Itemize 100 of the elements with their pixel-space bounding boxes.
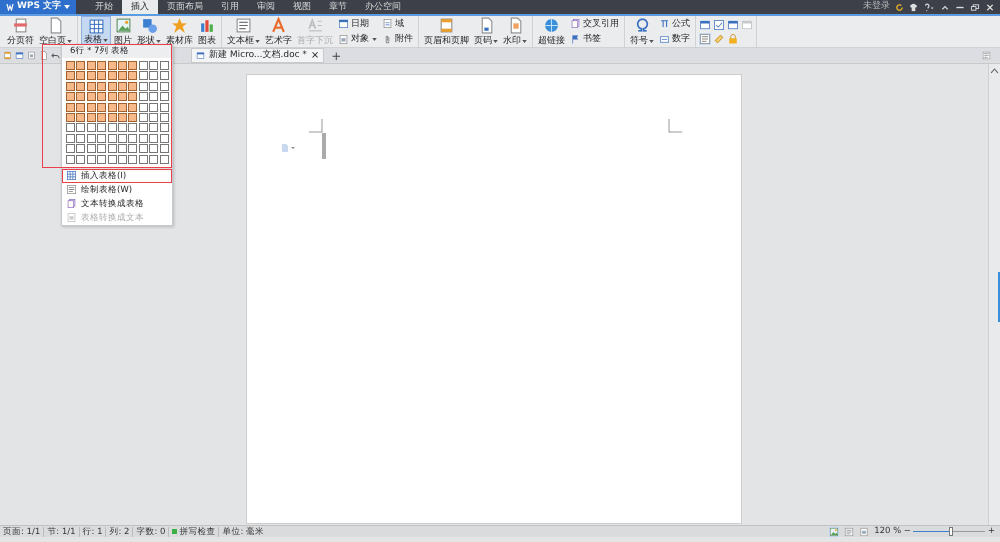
new-tab-button[interactable]: + [327, 50, 346, 62]
grid-cell[interactable] [76, 82, 86, 91]
grid-cell[interactable] [86, 134, 96, 143]
tab-close-button[interactable]: × [310, 48, 320, 63]
grid-cell[interactable] [149, 82, 158, 91]
grid-cell[interactable] [86, 61, 96, 70]
grid-cell[interactable] [86, 102, 96, 112]
menu-tab[interactable]: 引用 [212, 0, 248, 14]
menu-tab[interactable]: 办公空间 [356, 0, 410, 14]
ribbon-button[interactable]: 日期 [336, 18, 379, 30]
spell-check-toggle[interactable]: 拼写检查 [169, 526, 220, 536]
paste-options-icon[interactable] [281, 144, 295, 152]
grid-cell[interactable] [138, 71, 148, 80]
grid-cell[interactable] [128, 102, 138, 112]
grid-cell[interactable] [86, 144, 96, 154]
grid-cell[interactable] [76, 134, 86, 143]
grid-cell[interactable] [108, 112, 117, 122]
grid-cell[interactable] [86, 112, 96, 122]
refresh-icon[interactable] [895, 2, 904, 12]
grid-cell[interactable] [118, 112, 127, 122]
menu-tab[interactable]: 章节 [320, 0, 356, 14]
grid-cell[interactable] [86, 123, 96, 132]
grid-cell[interactable] [128, 123, 138, 132]
grid-cell[interactable] [128, 112, 138, 122]
grid-cell[interactable] [76, 92, 86, 102]
grid-cell[interactable] [138, 123, 148, 132]
ribbon-button[interactable]: 对象 [336, 34, 379, 45]
grid-cell[interactable] [86, 82, 96, 91]
ribbon-button[interactable]: 空白页 [37, 16, 74, 47]
grid-cell[interactable] [118, 134, 127, 143]
grid-cell[interactable] [86, 154, 96, 164]
menu-tab[interactable]: 页面布局 [158, 0, 212, 14]
grid-cell[interactable] [160, 123, 169, 132]
ribbon-button[interactable]: 页码 [472, 16, 500, 47]
ribbon-button[interactable]: 符号 [628, 16, 656, 47]
grid-cell[interactable] [66, 102, 75, 112]
grid-cell[interactable] [66, 154, 75, 164]
grid-cell[interactable] [160, 144, 169, 154]
grid-cell[interactable] [86, 71, 96, 80]
grid-cell[interactable] [138, 82, 148, 91]
menu-item[interactable]: 绘制表格(W) [62, 182, 172, 197]
grid-cell[interactable] [97, 92, 106, 102]
ribbon-button[interactable]: 表格 [81, 16, 111, 47]
grid-cell[interactable] [149, 61, 158, 70]
grid-cell[interactable] [108, 61, 117, 70]
grid-cell[interactable] [160, 154, 169, 164]
ribbon-icon-button[interactable] [727, 18, 739, 30]
grid-cell[interactable] [118, 102, 127, 112]
grid-cell[interactable] [149, 92, 158, 102]
grid-cell[interactable] [86, 92, 96, 102]
ribbon-icon-button[interactable] [727, 32, 739, 44]
grid-cell[interactable] [97, 154, 106, 164]
grid-cell[interactable] [160, 92, 169, 102]
grid-cell[interactable] [118, 82, 127, 91]
grid-cell[interactable] [128, 134, 138, 143]
ribbon-button[interactable]: 分页符 [5, 16, 36, 47]
grid-cell[interactable] [66, 61, 75, 70]
grid-cell[interactable] [76, 123, 86, 132]
grid-cell[interactable] [108, 92, 117, 102]
grid-cell[interactable] [138, 112, 148, 122]
grid-cell[interactable] [108, 123, 117, 132]
ribbon-button[interactable]: 素材库 [164, 16, 195, 47]
undo-icon[interactable] [51, 51, 60, 60]
help-icon[interactable] [923, 2, 935, 12]
grid-cell[interactable] [76, 71, 86, 80]
grid-cell[interactable] [118, 123, 127, 132]
grid-cell[interactable] [149, 154, 158, 164]
outline-view-button[interactable] [844, 526, 854, 536]
ribbon-button[interactable]: 公式 [657, 18, 692, 30]
grid-cell[interactable] [66, 134, 75, 143]
zoom-slider[interactable] [913, 527, 986, 536]
ribbon-button[interactable]: 图表 [196, 16, 218, 47]
restore-icon[interactable] [970, 2, 980, 12]
grid-cell[interactable] [97, 102, 106, 112]
slider-thumb[interactable] [948, 527, 953, 536]
grid-cell[interactable] [149, 144, 158, 154]
document-tab[interactable]: 新建 Micro...文档.doc * × [191, 48, 324, 63]
grid-cell[interactable] [97, 144, 106, 154]
ribbon-button[interactable]: 文本框 [225, 16, 262, 47]
menu-tab[interactable]: 视图 [284, 0, 320, 14]
grid-cell[interactable] [97, 112, 106, 122]
ribbon-button[interactable]: 数字 [657, 34, 692, 45]
ribbon-icon-button[interactable] [713, 18, 725, 30]
grid-cell[interactable] [138, 154, 148, 164]
ribbon-button[interactable]: 超链接 [536, 16, 567, 47]
grid-cell[interactable] [149, 102, 158, 112]
ribbon-button[interactable]: 艺术字 [263, 16, 294, 47]
ribbon-button[interactable]: 附件 [380, 34, 415, 45]
grid-cell[interactable] [128, 71, 138, 80]
page-view-button[interactable] [829, 526, 840, 536]
grid-cell[interactable] [138, 61, 148, 70]
grid-cell[interactable] [128, 82, 138, 91]
grid-cell[interactable] [108, 102, 117, 112]
menu-tab[interactable]: 插入 [122, 0, 158, 14]
login-status[interactable]: 未登录 [863, 0, 890, 14]
grid-cell[interactable] [160, 134, 169, 143]
menu-item[interactable]: 文本转换成表格 [62, 196, 172, 211]
ribbon-button[interactable]: 水印 [501, 16, 529, 47]
ribbon-button[interactable]: 域 [380, 18, 415, 30]
menu-tab[interactable]: 开始 [86, 0, 122, 14]
